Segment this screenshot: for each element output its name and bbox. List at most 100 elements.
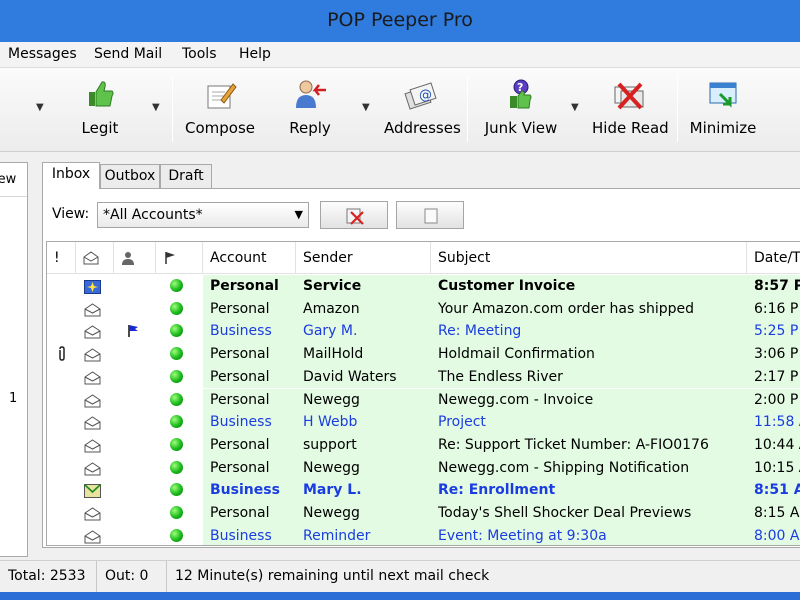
menu-send-mail[interactable]: Send Mail	[94, 46, 162, 62]
account-view-select[interactable]: *All Accounts* ▼	[97, 202, 309, 228]
new-mail-icon	[84, 280, 101, 298]
row-sender: Gary M.	[303, 323, 358, 340]
svg-text:@: @	[419, 88, 432, 103]
table-row[interactable]: Personal Service Customer Invoice 8:57 P	[47, 275, 800, 298]
read-mail-icon	[84, 371, 101, 389]
row-date: 6:16 P	[754, 300, 799, 317]
server-status-icon	[170, 415, 183, 429]
tab-draft[interactable]: Draft	[160, 164, 212, 188]
column-status[interactable]	[76, 242, 114, 274]
tab-outbox[interactable]: Outbox	[100, 164, 160, 188]
legit-label: Legit	[81, 119, 119, 137]
column-subject[interactable]: Subject	[431, 242, 747, 274]
row-subject: Your Amazon.com order has shipped	[438, 300, 695, 317]
column-sender[interactable]: Sender	[296, 242, 431, 274]
row-date: 8:15 A	[754, 505, 800, 521]
read-mail-icon	[84, 303, 101, 321]
flag-icon[interactable]	[126, 324, 140, 342]
read-mail-icon	[84, 530, 101, 545]
menu-messages[interactable]: Messages	[8, 46, 77, 62]
column-contact[interactable]	[114, 242, 156, 274]
chevron-down-icon[interactable]: ▼	[362, 102, 374, 113]
row-account: Personal	[210, 278, 279, 294]
view-label: View:	[52, 206, 90, 222]
addresses-button[interactable]: @ Addresses	[384, 74, 461, 144]
address-book-icon: @	[404, 82, 437, 110]
junk-view-button[interactable]: ? Junk View	[484, 74, 558, 144]
window-title: POP Peeper Pro	[327, 9, 473, 31]
toolbar-separator	[677, 76, 678, 142]
row-account: Personal	[210, 391, 270, 408]
menu-tools[interactable]: Tools	[182, 46, 217, 62]
table-row[interactable]: Personal support Re: Support Ticket Number…	[47, 433, 800, 457]
table-row[interactable]: Personal Newegg Newegg.com - Shipping Noti…	[47, 456, 800, 480]
server-status-icon	[170, 347, 183, 361]
minimize-button[interactable]: Minimize	[688, 74, 758, 144]
table-row[interactable]: Personal Newegg Today's Shell Shocker Deal…	[47, 502, 800, 525]
reply-button[interactable]: Reply	[284, 74, 336, 144]
read-mail-icon	[84, 416, 101, 434]
hide-read-label: Hide Read	[592, 119, 669, 137]
server-status-icon	[170, 301, 183, 315]
chevron-down-icon[interactable]: ▼	[36, 102, 48, 113]
table-row[interactable]: Business Mary L. Re: Enrollment 8:51 A	[47, 479, 800, 502]
toolbar-separator	[172, 76, 173, 142]
server-status-icon	[170, 506, 183, 519]
blank-message-button[interactable]	[396, 201, 464, 229]
compose-button[interactable]: Compose	[182, 74, 258, 144]
table-row[interactable]: Personal MailHold Holdmail Confirmation 3:0…	[47, 343, 800, 366]
server-status-icon	[170, 392, 183, 406]
row-account: Personal	[210, 436, 270, 453]
row-subject: Newegg.com - Shipping Notification	[438, 459, 690, 476]
column-flag[interactable]	[156, 242, 203, 274]
delete-message-button[interactable]	[320, 201, 388, 229]
column-date[interactable]: Date/Ti	[747, 242, 800, 274]
accounts-pane-count: 1	[9, 391, 18, 406]
row-account: Business	[210, 527, 272, 544]
read-mail-icon	[84, 507, 101, 525]
status-out: Out: 0	[97, 561, 167, 593]
thumbs-up-icon	[89, 81, 114, 107]
chevron-down-icon[interactable]: ▼	[571, 102, 583, 113]
table-row[interactable]: Business Reminder Event: Meeting at 9:30a 8…	[47, 524, 800, 545]
row-sender: H Webb	[303, 414, 358, 431]
table-row[interactable]: Personal Newegg Newegg.com - Invoice 2:00 P	[47, 388, 800, 412]
tab-inbox[interactable]: Inbox	[42, 162, 100, 189]
row-date: 8:51 A	[754, 482, 800, 499]
server-status-icon	[170, 369, 183, 383]
server-status-icon	[170, 324, 183, 338]
row-account: Personal	[210, 459, 270, 476]
table-row[interactable]: Business Gary M. Re: Meeting 5:25 P	[47, 320, 800, 344]
row-sender: MailHold	[303, 346, 364, 363]
main-content: iew 1 Inbox Outbox Draft View: *All Acco…	[0, 152, 800, 560]
row-subject: Re: Enrollment	[438, 482, 556, 499]
chevron-down-icon[interactable]: ▼	[152, 102, 164, 113]
row-sender: Mary L.	[303, 482, 362, 499]
row-sender: Newegg	[303, 459, 360, 476]
menu-bar: Messages Send Mail Tools Help	[0, 42, 800, 68]
row-date: 10:44 A	[754, 436, 800, 453]
read-mail-icon	[84, 439, 101, 457]
table-row[interactable]: Personal Amazon Your Amazon.com order has …	[47, 297, 800, 321]
person-icon	[122, 252, 134, 265]
table-row[interactable]: Business H Webb Project 11:58 A	[47, 411, 800, 434]
row-account: Personal	[210, 300, 270, 317]
row-date: 11:58 A	[754, 414, 800, 431]
row-subject: Today's Shell Shocker Deal Previews	[438, 505, 692, 521]
row-date: 3:06 P	[754, 346, 799, 363]
menu-help[interactable]: Help	[239, 46, 271, 62]
hide-read-button[interactable]: Hide Read	[592, 74, 669, 144]
row-account: Personal	[210, 368, 270, 385]
message-list: ! Account Sender Subject Date/Ti Persona…	[46, 241, 800, 546]
attachment-icon	[57, 346, 67, 366]
junk-view-label: Junk View	[484, 119, 558, 137]
row-account: Business	[210, 414, 272, 431]
compose-label: Compose	[184, 119, 255, 137]
legit-button[interactable]: Legit	[74, 74, 126, 144]
column-account[interactable]: Account	[203, 242, 296, 274]
table-row[interactable]: Personal David Waters The Endless River 2:1…	[47, 365, 800, 389]
accounts-pane-header[interactable]: iew	[0, 163, 27, 197]
column-priority[interactable]: !	[47, 242, 76, 274]
server-status-icon	[170, 483, 183, 497]
server-status-icon	[170, 437, 183, 451]
